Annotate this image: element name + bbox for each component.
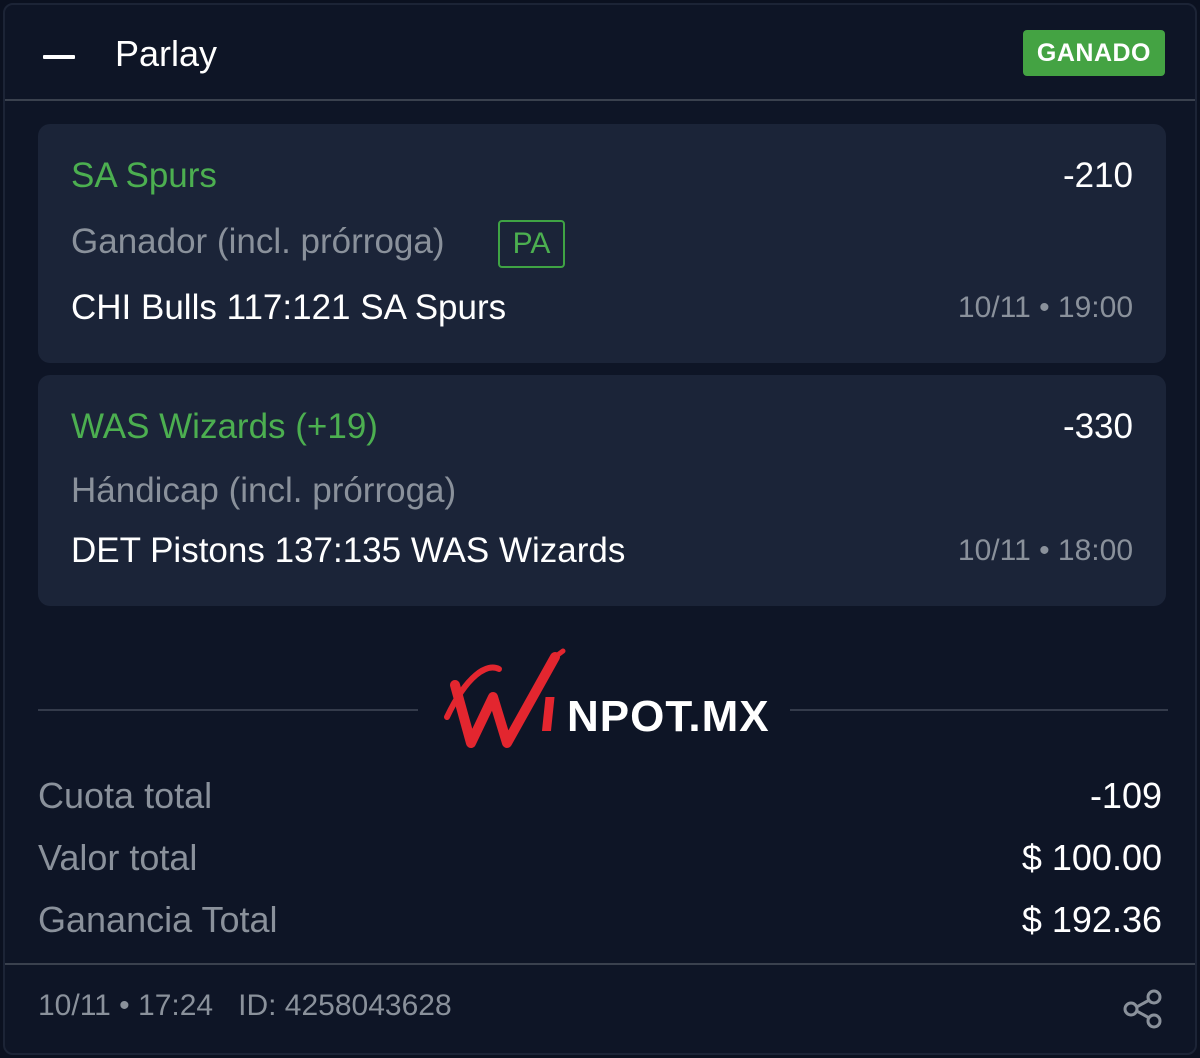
ticket-meta: 10/11 • 17:24 ID: 4258043628 <box>38 989 452 1023</box>
selection-pick: SA Spurs <box>71 156 217 195</box>
ticket-id: ID: 4258043628 <box>238 989 452 1022</box>
bet-ticket-card: Parlay GANADO SA Spurs -210 Ganador (inc… <box>3 3 1197 1055</box>
divider-right <box>790 709 1168 711</box>
selection-card: SA Spurs -210 Ganador (incl. prórroga) P… <box>38 124 1166 363</box>
logo-text: NPOT.MX <box>567 692 770 741</box>
match-datetime: 10/11 • 18:00 <box>957 534 1133 567</box>
footer-divider <box>5 963 1195 965</box>
minus-icon <box>43 55 75 59</box>
total-stake-value: $ 100.00 <box>1021 837 1162 878</box>
status-badge: GANADO <box>1022 30 1165 76</box>
total-win-value: $ 192.36 <box>1021 899 1162 940</box>
total-odds-value: -109 <box>1089 775 1162 816</box>
total-odds-label: Cuota total <box>38 775 213 816</box>
ticket-timestamp: 10/11 • 17:24 <box>38 989 214 1022</box>
match-datetime: 10/11 • 19:00 <box>957 291 1133 324</box>
total-win-label: Ganancia Total <box>38 899 278 940</box>
divider-left <box>38 709 418 711</box>
share-icon <box>1123 989 1162 1029</box>
share-button[interactable] <box>1121 987 1165 1031</box>
selection-odds: -330 <box>1062 407 1133 446</box>
collapse-button[interactable] <box>43 39 79 75</box>
winpot-logo: NPOT.MX <box>444 648 770 748</box>
selection-pick: WAS Wizards (+19) <box>71 407 378 446</box>
ticket-header: Parlay GANADO <box>5 5 1195 101</box>
selection-card: WAS Wizards (+19) -330 Hándicap (incl. p… <box>38 375 1166 606</box>
total-stake-label: Valor total <box>38 837 198 878</box>
match-result: CHI Bulls 117:121 SA Spurs <box>71 288 507 327</box>
selection-market: Hándicap (incl. prórroga) <box>71 471 457 510</box>
bet-type-title: Parlay <box>115 33 218 74</box>
match-result: DET Pistons 137:135 WAS Wizards <box>71 531 626 570</box>
selection-odds: -210 <box>1062 156 1133 195</box>
selection-market: Ganador (incl. prórroga) <box>71 222 445 261</box>
pa-badge: PA <box>498 220 565 268</box>
